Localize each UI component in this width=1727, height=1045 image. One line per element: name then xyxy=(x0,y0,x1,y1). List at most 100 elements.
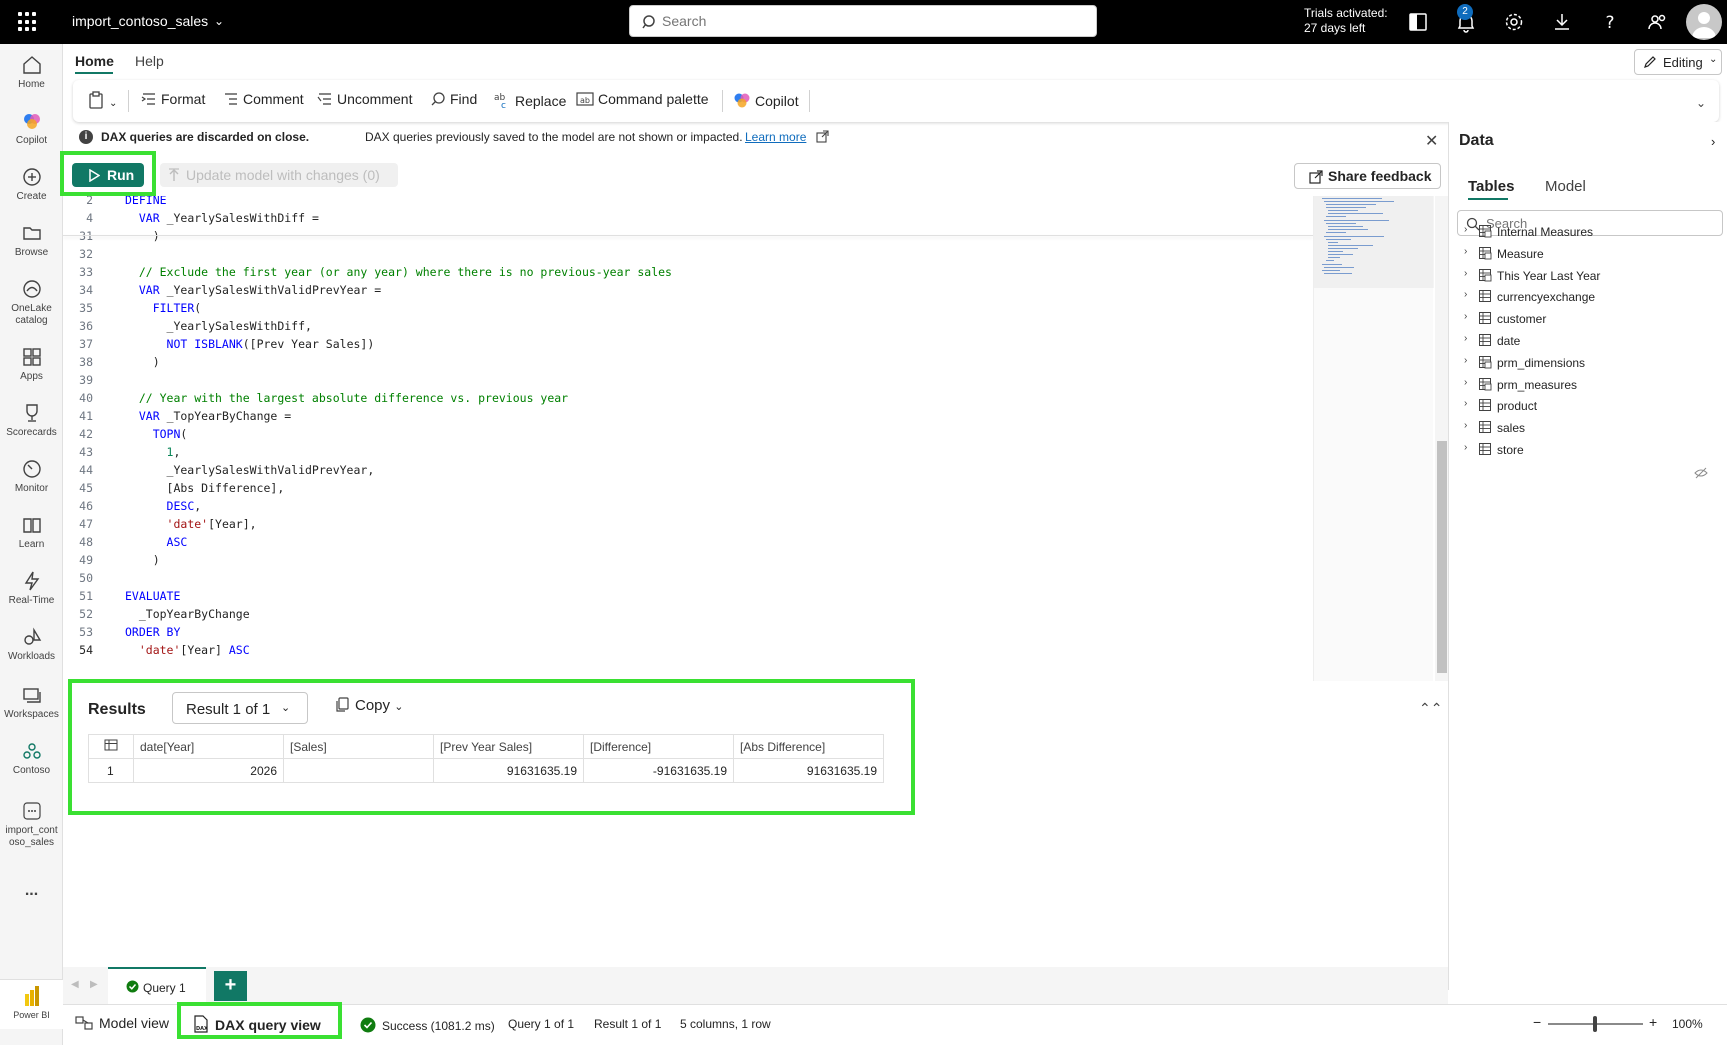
table-cell[interactable]: 91631635.19 xyxy=(733,758,884,783)
column-header[interactable]: date[Year] xyxy=(133,734,284,759)
find-button[interactable]: Find xyxy=(430,91,477,107)
tab-model[interactable]: Model xyxy=(1545,178,1586,195)
column-header[interactable]: [Difference] xyxy=(583,734,734,759)
app-title[interactable]: import_contoso_sales xyxy=(72,13,208,29)
rail-item-copilot[interactable]: Copilot xyxy=(0,110,63,146)
code-line[interactable]: 45 [Abs Difference], xyxy=(63,479,1313,497)
code-line[interactable]: 46 DESC, xyxy=(63,497,1313,515)
code-line[interactable]: 49 ) xyxy=(63,551,1313,569)
panel-toggle-icon[interactable] xyxy=(1406,10,1430,34)
chevron-left-icon[interactable]: ◀ xyxy=(71,979,79,990)
table-corner[interactable] xyxy=(88,734,134,759)
dax-query-view-button[interactable]: DAX DAX query view xyxy=(193,1015,321,1033)
avatar[interactable] xyxy=(1686,4,1722,40)
code-line[interactable]: 40 // Year with the largest absolute dif… xyxy=(63,389,1313,407)
code-line[interactable]: 31 ) xyxy=(63,227,1313,245)
search-input[interactable] xyxy=(662,10,1082,32)
tree-item-table[interactable]: › customer xyxy=(1464,309,1724,329)
code-line[interactable]: 50 xyxy=(63,569,1313,587)
tab-tables[interactable]: Tables xyxy=(1468,178,1514,195)
tab-home[interactable]: Home xyxy=(75,53,114,69)
code-line[interactable]: 32 xyxy=(63,245,1313,263)
code-line[interactable]: 47 'date'[Year], xyxy=(63,515,1313,533)
chevron-right-icon[interactable]: › xyxy=(1711,134,1715,149)
code-line[interactable]: 39 xyxy=(63,371,1313,389)
format-button[interactable]: Format xyxy=(141,91,205,107)
tree-item-table[interactable]: › prm_dimensions xyxy=(1464,353,1724,373)
code-line[interactable]: 37 NOT ISBLANK([Prev Year Sales]) xyxy=(63,335,1313,353)
rail-item-import-contoso-sales[interactable]: import_contoso_sales xyxy=(0,800,63,849)
zoom-slider-thumb[interactable] xyxy=(1593,1016,1597,1032)
gear-icon[interactable] xyxy=(1502,10,1526,34)
chevron-down-icon[interactable]: ⌄ xyxy=(1696,96,1706,110)
column-header[interactable]: [Prev Year Sales] xyxy=(433,734,584,759)
code-line[interactable]: 38 ) xyxy=(63,353,1313,371)
code-line[interactable]: 43 1, xyxy=(63,443,1313,461)
table-cell[interactable]: -91631635.19 xyxy=(583,758,734,783)
editing-mode-button[interactable]: Editing ⌄ xyxy=(1634,49,1722,75)
command-palette-button[interactable]: ab Command palette xyxy=(576,91,709,107)
code-line[interactable]: 34 VAR _YearlySalesWithValidPrevYear = xyxy=(63,281,1313,299)
chevron-right-icon[interactable]: › xyxy=(1464,442,1467,453)
tree-item-table[interactable]: › date xyxy=(1464,331,1724,351)
chevron-right-icon[interactable]: › xyxy=(1464,398,1467,409)
replace-button[interactable]: ab c Replace xyxy=(493,91,566,111)
tree-item-table[interactable]: › sales xyxy=(1464,418,1724,438)
help-icon[interactable]: ? xyxy=(1598,10,1622,34)
code-line[interactable]: 52 _TopYearByChange xyxy=(63,605,1313,623)
chevron-right-icon[interactable]: › xyxy=(1464,246,1467,257)
rail-item-scorecards[interactable]: Scorecards xyxy=(0,402,63,438)
collapse-results-icon[interactable]: ⌃⌃ xyxy=(1419,700,1442,717)
tree-item-table[interactable]: › store xyxy=(1464,440,1724,460)
tree-item-table[interactable]: › currencyexchange xyxy=(1464,287,1724,307)
rail-item-monitor[interactable]: Monitor xyxy=(0,458,63,494)
code-line[interactable]: 4 VAR _YearlySalesWithDiff = xyxy=(63,209,1313,227)
chevron-right-icon[interactable]: › xyxy=(1464,377,1467,388)
rail-item-browse[interactable]: Browse xyxy=(0,222,63,258)
code-line[interactable]: 53 ORDER BY xyxy=(63,623,1313,641)
run-button[interactable]: Run xyxy=(72,163,144,187)
rail-more[interactable]: ... xyxy=(0,882,63,900)
zoom-out-button[interactable]: − xyxy=(1533,1014,1541,1030)
editor-scrollbar[interactable] xyxy=(1435,196,1448,681)
model-view-button[interactable]: Model view xyxy=(75,1015,169,1031)
code-line[interactable]: 44 _YearlySalesWithValidPrevYear, xyxy=(63,461,1313,479)
chevron-right-icon[interactable]: › xyxy=(1464,268,1467,279)
share-people-icon[interactable] xyxy=(1646,10,1670,34)
tree-item-table[interactable]: › prm_measures xyxy=(1464,375,1724,395)
rail-item-create[interactable]: Create xyxy=(0,166,63,202)
code-line[interactable]: 48 ASC xyxy=(63,533,1313,551)
chevron-right-icon[interactable]: › xyxy=(1464,420,1467,431)
power-bi-switcher[interactable]: Power BI xyxy=(0,979,63,1029)
chevron-right-icon[interactable]: › xyxy=(1464,224,1467,235)
result-selector-dropdown[interactable]: Result 1 of 1 ⌄ xyxy=(172,692,308,724)
app-launcher-icon[interactable] xyxy=(18,12,38,32)
chevron-right-icon[interactable]: › xyxy=(1464,355,1467,366)
rail-item-contoso[interactable]: Contoso xyxy=(0,740,63,776)
code-line[interactable]: 2 DEFINE xyxy=(63,196,1313,209)
chevron-right-icon[interactable]: › xyxy=(1464,311,1467,322)
tree-item-table[interactable]: › product xyxy=(1464,396,1724,416)
code-line[interactable]: 36 _YearlySalesWithDiff, xyxy=(63,317,1313,335)
rail-item-learn[interactable]: Learn xyxy=(0,514,63,550)
rail-item-apps[interactable]: Apps xyxy=(0,346,63,382)
chevron-right-icon[interactable]: › xyxy=(1464,333,1467,344)
learn-more-link[interactable]: Learn more xyxy=(745,130,806,144)
code-line[interactable]: 41 VAR _TopYearByChange = xyxy=(63,407,1313,425)
uncomment-button[interactable]: Uncomment xyxy=(317,91,412,107)
query-tab-1[interactable]: Query 1 xyxy=(108,967,206,1004)
paste-button[interactable]: ⌄ xyxy=(87,91,117,109)
code-line[interactable]: 54 'date'[Year] ASC xyxy=(63,641,1313,659)
chevron-right-icon[interactable]: › xyxy=(1464,289,1467,300)
add-query-button[interactable]: + xyxy=(214,971,247,1001)
copy-button[interactable]: Copy ⌄ xyxy=(335,697,403,714)
rail-item-onelake[interactable]: OneLake catalog xyxy=(0,278,63,327)
rail-item-workloads[interactable]: Workloads xyxy=(0,626,63,662)
chevron-right-icon[interactable]: ▶ xyxy=(90,979,98,990)
column-header[interactable]: [Abs Difference] xyxy=(733,734,884,759)
tree-item-table[interactable]: › Measure xyxy=(1464,244,1724,264)
tree-item-table[interactable]: › This Year Last Year xyxy=(1464,266,1724,286)
rail-item-realtime[interactable]: Real-Time xyxy=(0,570,63,606)
copilot-button[interactable]: Copilot xyxy=(733,91,799,109)
chevron-down-icon[interactable]: ⌄ xyxy=(214,14,224,28)
